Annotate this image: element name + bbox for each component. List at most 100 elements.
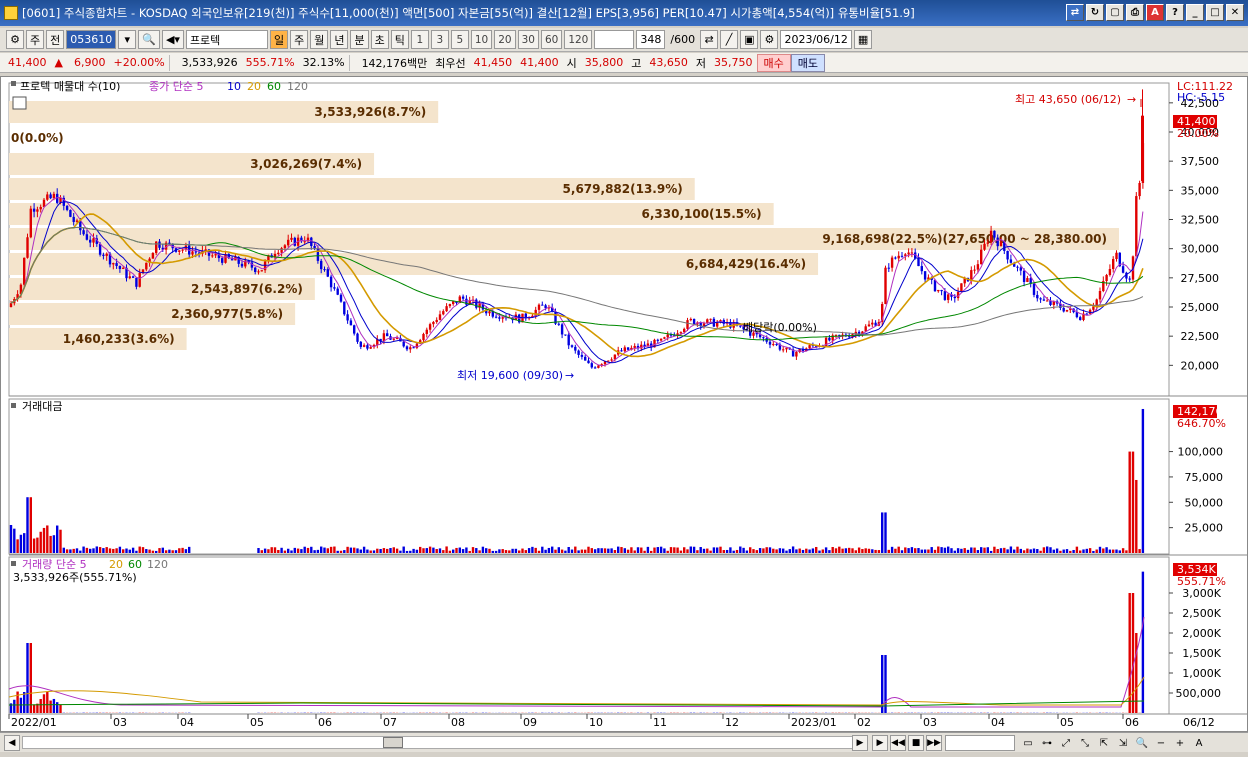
period-day[interactable]: 일 [269, 30, 289, 49]
amount-bar [39, 531, 42, 553]
amount-bar [65, 549, 69, 553]
link-icon[interactable]: ⇄ [1066, 4, 1084, 21]
font-icon[interactable]: A [1146, 4, 1164, 21]
zoom-slider[interactable] [945, 735, 1015, 751]
amount-bar [151, 550, 155, 553]
chart-type-icon[interactable]: ⇄ [700, 30, 719, 49]
candle-body [333, 287, 336, 289]
date-input[interactable]: 2023/06/12 [780, 30, 852, 49]
scroll-left-icon[interactable]: ◀ [4, 735, 20, 751]
period-month[interactable]: 월 [310, 30, 329, 49]
save-icon[interactable]: ▣ [740, 30, 759, 49]
search-icon[interactable]: 🔍 [138, 30, 160, 49]
candle-body [65, 205, 69, 210]
volume-profile-label: 9,168,698(22.5%)(27,650.00 ~ 28,380.00) [822, 232, 1107, 246]
amount-bar [452, 549, 455, 553]
move-icon[interactable]: ⇱ [1096, 735, 1112, 751]
candle-body [494, 316, 498, 318]
sell-button[interactable]: 매도 [790, 53, 826, 72]
zoom-out-icon[interactable]: 🔍 [1134, 735, 1150, 751]
chart-area[interactable]: 3,533,926(8.7%) 0(0.0%) 3,026,269(7.4%) 5,6… [0, 76, 1248, 732]
crosshair-icon[interactable]: ⇲ [1115, 735, 1131, 751]
amount-bar [689, 546, 692, 553]
interval-30[interactable]: 30 [517, 30, 539, 49]
amount-bar [580, 549, 584, 553]
interval-120[interactable]: 120 [564, 30, 593, 49]
rewind-icon[interactable]: ◀◀ [890, 735, 906, 751]
market-select[interactable]: 주 [26, 30, 45, 49]
interval-1[interactable]: 1 [410, 30, 429, 49]
font-size-icon[interactable]: A [1191, 735, 1207, 751]
interval-60[interactable]: 60 [540, 30, 563, 49]
amount-bar [927, 549, 930, 553]
period-minute[interactable]: 분 [350, 30, 369, 49]
print-icon[interactable]: ⎙ [1126, 4, 1144, 21]
scroll-thumb[interactable] [383, 737, 403, 748]
chart-settings-icon[interactable]: ⚙ [6, 30, 24, 49]
candle-body [580, 354, 584, 357]
period-second[interactable]: 초 [370, 30, 389, 49]
stop-icon[interactable]: ■ [908, 735, 924, 751]
line-tool-icon[interactable]: ╱ [720, 30, 739, 49]
close-button[interactable]: ✕ [1226, 4, 1244, 21]
candle-body [772, 344, 775, 346]
grid-toggle-icon[interactable] [12, 96, 27, 110]
amount-bar [1065, 549, 1069, 553]
dropdown-icon[interactable]: ▾ [118, 30, 137, 49]
period-tick[interactable]: 틱 [390, 30, 409, 49]
buy-button[interactable]: 매수 [756, 53, 791, 72]
gear-icon[interactable]: ⚙ [760, 30, 779, 49]
amount-bar [188, 546, 191, 553]
amount-bar [504, 550, 508, 553]
box-icon[interactable]: ▭ [1020, 735, 1036, 751]
interval-3[interactable]: 3 [430, 30, 449, 49]
x-tick-label: 09 [523, 716, 537, 729]
candle-body [155, 241, 158, 253]
interval-20[interactable]: 20 [494, 30, 516, 49]
y-tick-label: 75,000 [1185, 471, 1224, 484]
shrink-icon[interactable]: ⤡ [1077, 735, 1093, 751]
count-input[interactable]: 348 [636, 30, 666, 49]
candle-body [145, 262, 148, 270]
minimize-button[interactable]: _ [1186, 4, 1204, 21]
calendar-icon[interactable]: ▦ [853, 30, 873, 49]
link-icon[interactable]: ⊶ [1039, 735, 1055, 751]
amount-bar [422, 548, 425, 553]
amount-bar [485, 548, 488, 553]
chart-svg[interactable]: 3,533,926(8.7%) 0(0.0%) 3,026,269(7.4%) 5,6… [1, 77, 1247, 731]
maximize-button[interactable]: □ [1206, 4, 1224, 21]
refresh-icon[interactable]: ↻ [1086, 4, 1104, 21]
interval-10[interactable]: 10 [470, 30, 493, 49]
candle-body [461, 296, 465, 299]
horizontal-scrollbar[interactable]: ◀ ▶ ▶ ◀◀ ■ ▶▶ ▭ ⊶ ⤢ ⤡ ⇱ ⇲ 🔍 − + A [0, 732, 1248, 752]
fast-forward-icon[interactable]: ▶▶ [926, 735, 942, 751]
minus-icon[interactable]: − [1153, 735, 1169, 751]
stock-code-input[interactable]: 053610 [66, 30, 117, 49]
expand-icon[interactable]: ⤢ [1058, 735, 1074, 751]
speaker-icon[interactable]: ◀▾ [161, 30, 184, 49]
amount-bar [171, 550, 174, 553]
amount-bar [841, 548, 844, 553]
amount-bar [498, 549, 501, 553]
best-bid: 41,400 [520, 56, 559, 69]
interval-5[interactable]: 5 [450, 30, 469, 49]
amount-bar [412, 548, 415, 553]
candle-body [709, 318, 712, 320]
help-icon[interactable]: ? [1166, 4, 1184, 21]
candle-body [907, 252, 910, 255]
candle-body [940, 289, 943, 292]
scroll-right-icon[interactable]: ▶ [852, 735, 868, 751]
amount-bar [838, 546, 841, 553]
scroll-track[interactable] [22, 736, 867, 749]
window-icon[interactable]: ▢ [1106, 4, 1124, 21]
play-icon[interactable]: ▶ [872, 735, 888, 751]
amount-bar [395, 548, 399, 553]
period-week[interactable]: 주 [290, 30, 309, 49]
interval-input[interactable] [594, 30, 635, 49]
prev-button[interactable]: 전 [46, 30, 65, 49]
period-year[interactable]: 년 [330, 30, 349, 49]
candle-body [277, 252, 280, 254]
y-tick-label: 500,000 [1176, 687, 1222, 700]
plus-icon[interactable]: + [1172, 735, 1188, 751]
amount-bar [999, 548, 1003, 553]
